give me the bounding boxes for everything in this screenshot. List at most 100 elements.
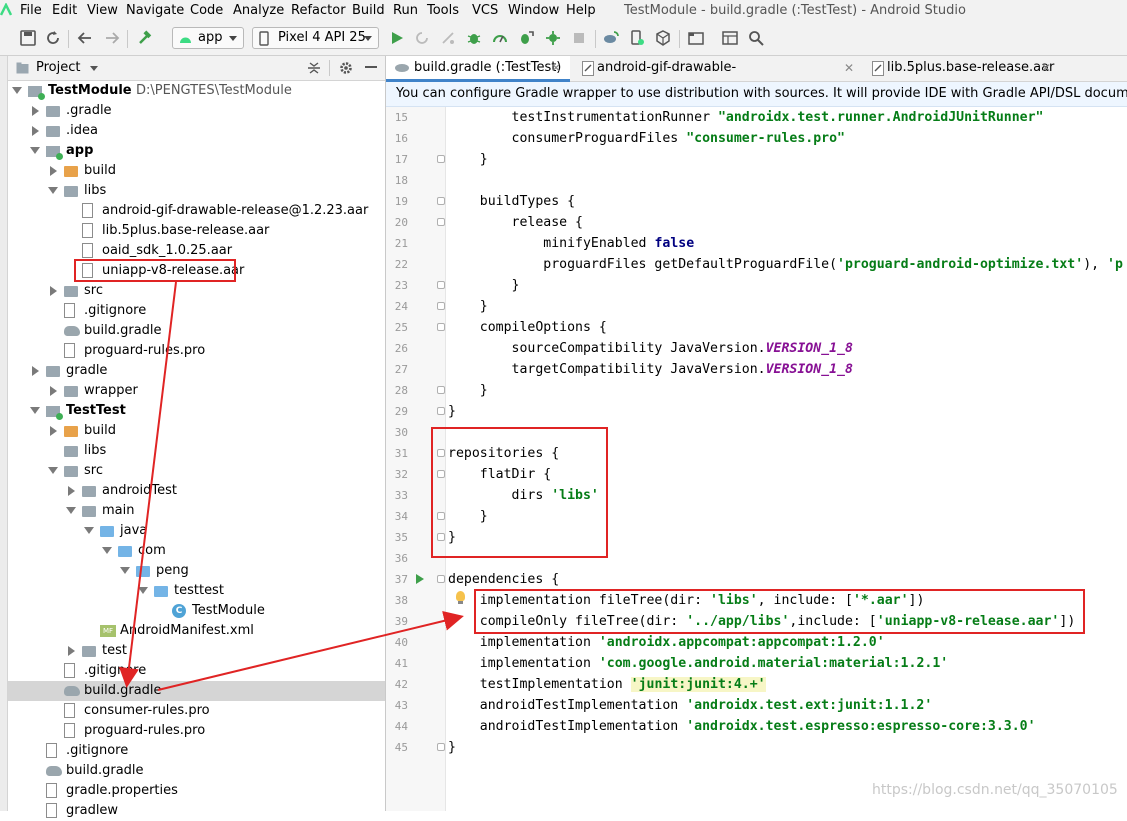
close-icon[interactable]: ✕: [844, 56, 854, 80]
profile-icon[interactable]: [492, 30, 508, 46]
project-structure-icon[interactable]: [688, 30, 704, 46]
sync-icon[interactable]: [45, 30, 61, 46]
chevron-down-icon[interactable]: [120, 567, 130, 574]
tree-item[interactable]: testtest: [8, 581, 385, 601]
attach-debugger-icon[interactable]: [518, 30, 534, 46]
tree-item[interactable]: androidTest: [8, 481, 385, 501]
tree-item[interactable]: proguard-rules.pro: [8, 341, 385, 361]
run-config-select[interactable]: app: [172, 27, 244, 49]
device-select[interactable]: Pixel 4 API 25: [252, 27, 379, 49]
fold-marker-icon[interactable]: [437, 575, 445, 583]
tree-item[interactable]: libs: [8, 181, 385, 201]
tree-item[interactable]: build.gradle: [8, 321, 385, 341]
tree-item[interactable]: TestModule D:\PENGTES\TestModule: [8, 81, 385, 101]
make-hammer-icon[interactable]: [137, 30, 153, 46]
tree-item[interactable]: test: [8, 641, 385, 661]
search-icon[interactable]: [748, 30, 764, 46]
tree-item[interactable]: lib.5plus.base-release.aar: [8, 221, 385, 241]
avd-manager-icon[interactable]: [629, 30, 645, 46]
apply-changes-icon[interactable]: [414, 30, 430, 46]
chevron-right-icon[interactable]: [50, 386, 57, 396]
stop-icon[interactable]: [571, 30, 587, 46]
sync-gradle-icon[interactable]: [603, 30, 619, 46]
chevron-down-icon[interactable]: [48, 187, 58, 194]
chevron-down-icon[interactable]: [66, 507, 76, 514]
fold-marker-icon[interactable]: [437, 743, 445, 751]
chevron-right-icon[interactable]: [68, 646, 75, 656]
chevron-right-icon[interactable]: [32, 106, 39, 116]
tree-item[interactable]: java: [8, 521, 385, 541]
tree-item[interactable]: com: [8, 541, 385, 561]
debug-bug-icon[interactable]: [466, 30, 482, 46]
fold-marker-icon[interactable]: [437, 407, 445, 415]
chevron-down-icon[interactable]: [90, 66, 98, 71]
menu-view[interactable]: View: [87, 3, 118, 18]
fold-marker-icon[interactable]: [437, 386, 445, 394]
chevron-right-icon[interactable]: [50, 166, 57, 176]
chevron-down-icon[interactable]: [102, 547, 112, 554]
tree-item[interactable]: TestTest: [8, 401, 385, 421]
chevron-right-icon[interactable]: [50, 426, 57, 436]
attach-process-icon[interactable]: [545, 30, 561, 46]
menu-navigate[interactable]: Navigate: [126, 3, 184, 18]
tree-item[interactable]: MF AndroidManifest.xml: [8, 621, 385, 641]
tree-item[interactable]: build: [8, 161, 385, 181]
tab-gif-drawable-aar[interactable]: android-gif-drawable-release@1.2.23.aar …: [573, 56, 861, 99]
tree-item[interactable]: wrapper: [8, 381, 385, 401]
chevron-down-icon[interactable]: [30, 407, 40, 414]
tree-item[interactable]: consumer-rules.pro: [8, 701, 385, 721]
tab-build-gradle[interactable]: build.gradle (:TestTest) ✕: [386, 56, 570, 82]
menu-window[interactable]: Window: [508, 3, 559, 18]
tree-item[interactable]: src: [8, 281, 385, 301]
tree-item[interactable]: .gitignore: [8, 301, 385, 321]
fold-marker-icon[interactable]: [437, 281, 445, 289]
tree-item[interactable]: app: [8, 141, 385, 161]
back-arrow-icon[interactable]: [77, 30, 93, 46]
menu-file[interactable]: File: [20, 3, 42, 18]
menu-refactor[interactable]: Refactor: [291, 3, 346, 18]
run-play-icon[interactable]: [389, 30, 405, 46]
project-view-title[interactable]: Project: [36, 60, 80, 75]
tree-item[interactable]: build: [8, 421, 385, 441]
fold-marker-icon[interactable]: [437, 323, 445, 331]
menu-vcs[interactable]: VCS: [472, 3, 498, 18]
menu-edit[interactable]: Edit: [52, 3, 77, 18]
save-icon[interactable]: [20, 30, 36, 46]
chevron-right-icon[interactable]: [32, 126, 39, 136]
tree-item[interactable]: gradle: [8, 361, 385, 381]
minimize-icon[interactable]: [365, 66, 377, 69]
menu-build[interactable]: Build: [352, 3, 385, 18]
sdk-manager-icon[interactable]: [655, 30, 671, 46]
menu-code[interactable]: Code: [190, 3, 223, 18]
tree-item[interactable]: android-gif-drawable-release@1.2.23.aar: [8, 201, 385, 221]
chevron-down-icon[interactable]: [30, 147, 40, 154]
tree-item[interactable]: .gitignore: [8, 741, 385, 761]
tree-item[interactable]: src: [8, 461, 385, 481]
tree-item[interactable]: main: [8, 501, 385, 521]
chevron-right-icon[interactable]: [68, 486, 75, 496]
tree-item[interactable]: gradle.properties: [8, 781, 385, 801]
menu-tools[interactable]: Tools: [427, 3, 459, 18]
tree-item[interactable]: .gitignore: [8, 661, 385, 681]
tree-item[interactable]: .gradle: [8, 101, 385, 121]
layout-inspector-icon[interactable]: [722, 30, 738, 46]
tab-5plus-base-aar[interactable]: lib.5plus.base-release.aar ✕: [863, 56, 1063, 82]
close-icon[interactable]: ✕: [551, 56, 561, 80]
menu-analyze[interactable]: Analyze: [233, 3, 284, 18]
menu-run[interactable]: Run: [393, 3, 418, 18]
tree-item[interactable]: build.gradle: [8, 761, 385, 781]
chevron-down-icon[interactable]: [138, 587, 148, 594]
close-icon[interactable]: ✕: [1041, 56, 1051, 80]
collapse-all-icon[interactable]: [307, 61, 321, 75]
tree-item[interactable]: gradlew: [8, 801, 385, 821]
tree-item[interactable]: C TestModule: [8, 601, 385, 621]
chevron-right-icon[interactable]: [32, 366, 39, 376]
fold-marker-icon[interactable]: [437, 302, 445, 310]
menu-help[interactable]: Help: [566, 3, 596, 18]
run-gutter-icon[interactable]: [416, 574, 424, 584]
chevron-down-icon[interactable]: [12, 87, 22, 94]
tree-item[interactable]: peng: [8, 561, 385, 581]
tree-item[interactable]: proguard-rules.pro: [8, 721, 385, 741]
fold-marker-icon[interactable]: [437, 155, 445, 163]
chevron-right-icon[interactable]: [50, 286, 57, 296]
